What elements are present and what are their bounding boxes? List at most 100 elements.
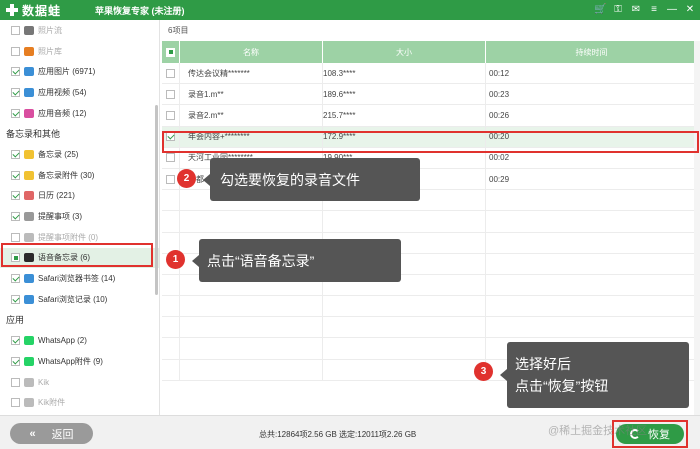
table-row[interactable]: 传达会议精******* 108.3**** 00:12 xyxy=(162,63,694,85)
sidebar-item-memo-2[interactable]: 日历 (221) xyxy=(0,186,159,207)
sidebar-checkbox[interactable] xyxy=(11,170,20,180)
category-icon xyxy=(24,377,34,387)
recover-label: 恢复 xyxy=(648,429,670,441)
sidebar-checkbox[interactable] xyxy=(11,336,20,346)
sidebar-checkbox[interactable] xyxy=(11,232,20,242)
sidebar-item-label: Kik附件 xyxy=(38,398,66,408)
sidebar-checkbox[interactable] xyxy=(11,46,20,56)
step-1-text: 点击“语音备忘录” xyxy=(207,252,315,269)
select-all-checkbox[interactable] xyxy=(162,41,180,63)
step-1-badge: 1 xyxy=(166,250,185,269)
sidebar-item-label: 照片库 xyxy=(38,46,62,56)
sidebar-checkbox[interactable] xyxy=(11,212,20,222)
sidebar-checkbox[interactable] xyxy=(11,274,20,284)
table-row[interactable]: 录音2.m** 215.7**** 00:26 xyxy=(162,105,694,127)
sidebar-item-media-1[interactable]: 照片库 xyxy=(0,41,159,62)
step-3-badge: 3 xyxy=(474,362,493,381)
sidebar-item-media-3[interactable]: 应用视频 (54) xyxy=(0,82,159,103)
sidebar-item-media-4[interactable]: 应用音频 (12) xyxy=(0,103,159,124)
sidebar-item-memo-0[interactable]: 备忘录 (25) xyxy=(0,144,159,165)
item-count: 6项目 xyxy=(168,26,189,35)
feedback-icon[interactable]: ✉ xyxy=(630,3,642,16)
category-icon xyxy=(24,398,34,408)
minimize-icon[interactable]: — xyxy=(666,3,678,16)
menu-icon[interactable]: ≡ xyxy=(648,3,660,16)
logo-text: 数据蛙 xyxy=(22,3,62,18)
file-name: 录音1.m** xyxy=(180,84,323,105)
sidebar-item-label: 提醒事项附件 (0) xyxy=(38,232,98,242)
file-duration: 00:12 xyxy=(489,68,510,78)
sidebar-checkbox[interactable] xyxy=(11,398,20,408)
table-row-empty xyxy=(162,317,694,339)
file-name: 传达会议精******* xyxy=(180,63,323,84)
step-2-callout: 勾选要恢复的录音文件 xyxy=(203,158,420,201)
column-name[interactable]: 名称 xyxy=(180,41,323,63)
close-icon[interactable]: ✕ xyxy=(684,3,696,16)
sidebar-item-memo-6[interactable]: Safari浏览器书签 (14) xyxy=(0,268,159,289)
row-checkbox[interactable] xyxy=(166,68,175,78)
sidebar-scrollbar[interactable] xyxy=(155,105,158,295)
category-icon xyxy=(24,336,34,346)
table-row[interactable]: 录音1.m** 189.6**** 00:23 xyxy=(162,84,694,106)
sidebar-item-label: 应用音频 (12) xyxy=(38,108,87,118)
sidebar-checkbox[interactable] xyxy=(11,25,20,35)
sidebar-item-label: Safari浏览器书签 (14) xyxy=(38,274,116,284)
sidebar-item-memo-7[interactable]: Safari浏览记录 (10) xyxy=(0,289,159,310)
category-icon xyxy=(24,274,34,284)
table-header: 名称 大小 持续时间 xyxy=(162,41,694,63)
section-memo-header: 备忘录和其他 xyxy=(6,129,61,140)
sidebar-item-memo-3[interactable]: 提醒事项 (3) xyxy=(0,206,159,227)
list-scrollbar[interactable] xyxy=(694,41,700,415)
file-size: 215.7**** xyxy=(323,105,486,126)
file-rows: 传达会议精******* 108.3**** 00:12 录音1.m** 189.6**… xyxy=(162,63,694,381)
back-label: 返回 xyxy=(51,428,74,441)
highlight-voice-memo xyxy=(1,243,153,267)
sidebar-item-label: 应用视频 (54) xyxy=(38,87,87,97)
sidebar-checkbox[interactable] xyxy=(11,67,20,77)
file-size: 189.6**** xyxy=(323,84,486,105)
category-icon xyxy=(24,149,34,159)
sidebar-item-label: 备忘录 (25) xyxy=(38,149,79,159)
step-3-line1: 选择好后 xyxy=(515,356,571,372)
file-name: 录音2.m** xyxy=(180,105,323,126)
column-size[interactable]: 大小 xyxy=(323,41,486,63)
sidebar-item-label: 提醒事项 (3) xyxy=(38,212,82,222)
row-checkbox[interactable] xyxy=(166,89,175,99)
column-duration[interactable]: 持续时间 xyxy=(486,41,694,63)
key-icon[interactable]: ⚿ xyxy=(612,3,624,16)
category-icon xyxy=(24,108,34,118)
table-row-empty xyxy=(162,296,694,318)
sidebar-checkbox[interactable] xyxy=(11,356,20,366)
sidebar-item-media-2[interactable]: 应用图片 (6971) xyxy=(0,61,159,82)
step-1-callout: 点击“语音备忘录” xyxy=(192,239,401,282)
sidebar-item-label: 备忘录附件 (30) xyxy=(38,170,95,180)
title-bar: 数据蛙 苹果恢复专家 (未注册) 🛒 ⚿ ✉ ≡ — ✕ xyxy=(0,0,700,20)
row-checkbox[interactable] xyxy=(166,153,175,163)
sidebar-checkbox[interactable] xyxy=(11,87,20,97)
double-chevron-left-icon: « xyxy=(29,427,36,440)
row-checkbox[interactable] xyxy=(166,110,175,120)
sidebar-checkbox[interactable] xyxy=(11,149,20,159)
sidebar-item-memo-1[interactable]: 备忘录附件 (30) xyxy=(0,165,159,186)
cart-icon[interactable]: 🛒 xyxy=(594,3,606,16)
sidebar-checkbox[interactable] xyxy=(11,377,20,387)
sidebar-item-app-0[interactable]: WhatsApp (2) xyxy=(0,330,159,351)
sidebar-item-label: Safari浏览记录 (10) xyxy=(38,294,108,304)
sidebar-item-app-2[interactable]: Kik xyxy=(0,372,159,393)
sidebar-checkbox[interactable] xyxy=(11,108,20,118)
sidebar-item-app-3[interactable]: Kik附件 xyxy=(0,392,159,413)
category-icon xyxy=(24,170,34,180)
step-2-text: 勾选要恢复的录音文件 xyxy=(220,171,360,188)
file-size: 108.3**** xyxy=(323,63,486,84)
category-icon xyxy=(24,67,34,77)
category-icon xyxy=(24,87,34,97)
category-sidebar: 照片流照片库应用图片 (6971) 应用视频 (54) 应用音频 (12) 备忘录和… xyxy=(0,20,160,415)
category-icon xyxy=(24,191,34,201)
table-row-empty xyxy=(162,211,694,233)
sidebar-item-app-1[interactable]: WhatsApp附件 (9) xyxy=(0,351,159,372)
row-checkbox[interactable] xyxy=(166,174,175,184)
sidebar-checkbox[interactable] xyxy=(11,191,20,201)
back-button[interactable]: « 返回 xyxy=(10,423,93,444)
sidebar-checkbox[interactable] xyxy=(11,294,20,304)
sidebar-item-media-0[interactable]: 照片流 xyxy=(0,20,159,41)
